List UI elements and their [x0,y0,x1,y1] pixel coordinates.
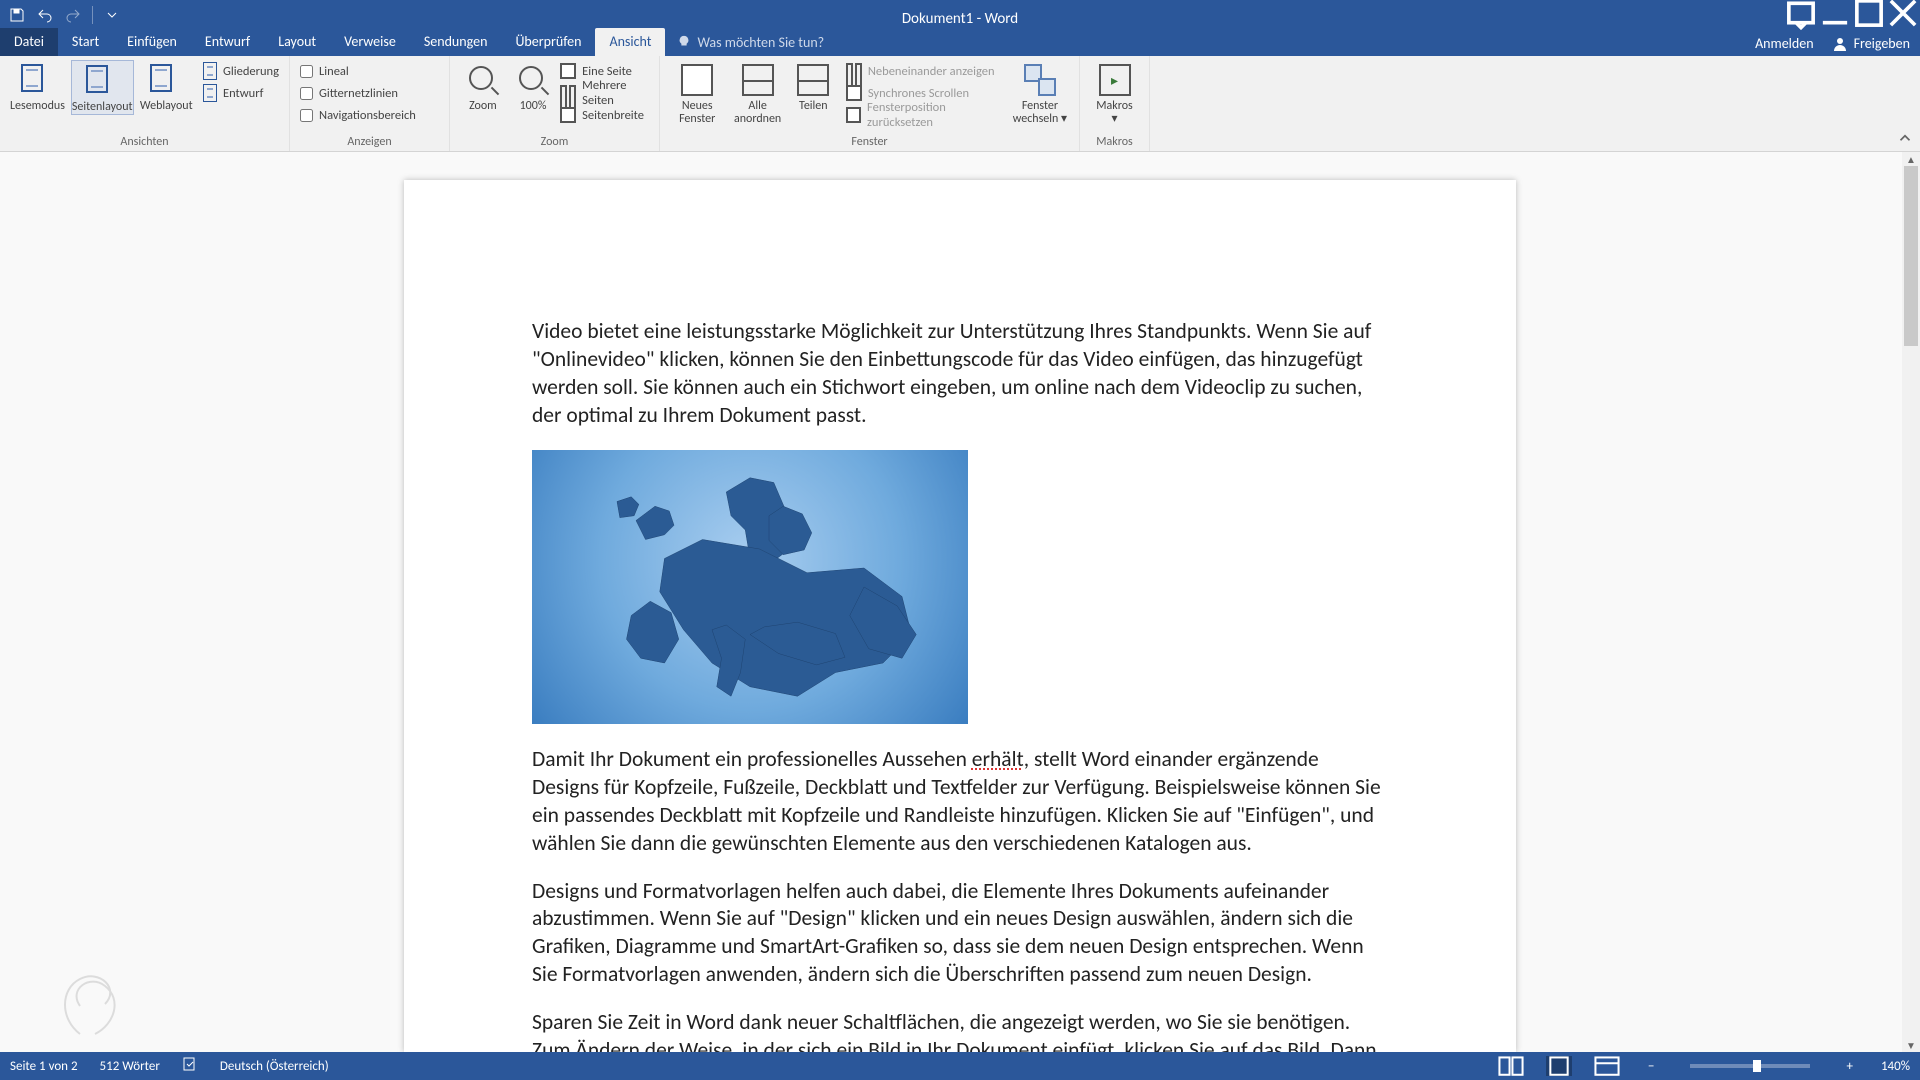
zoom-in-button[interactable]: + [1840,1059,1858,1074]
share-icon [1832,36,1848,52]
qat-customize[interactable] [101,4,123,26]
tab-verweise[interactable]: Verweise [330,28,410,56]
split-button[interactable]: Teilen [791,60,836,113]
tab-ansicht[interactable]: Ansicht [595,28,665,56]
minimize-button[interactable] [1818,0,1852,26]
ruler-checkbox[interactable]: Lineal [300,60,416,82]
page-width-button[interactable]: Seitenbreite [560,104,649,126]
window-title: Dokument1 - Word [902,10,1018,28]
paragraph-2[interactable]: Damit Ihr Dokument ein professionelles A… [532,746,1388,858]
collapse-ribbon-button[interactable] [1896,129,1914,147]
undo-button[interactable] [34,4,56,26]
tell-me-placeholder: Was möchten Sie tun? [697,34,824,51]
share-button[interactable]: Freigeben [1832,35,1910,52]
status-proofing-icon[interactable] [182,1056,198,1076]
readmode-button[interactable]: Lesemodus [10,60,65,113]
inserted-image-europe-map[interactable] [532,450,968,724]
scroll-up-button[interactable]: ▲ [1902,152,1920,166]
spelling-error[interactable]: erhält [972,746,1024,772]
tab-start[interactable]: Start [58,28,113,56]
switch-window-button[interactable]: Fenster wechseln ▾ [1011,60,1069,126]
lightbulb-icon [677,35,691,49]
status-page[interactable]: Seite 1 von 2 [10,1059,78,1074]
zoom-slider[interactable] [1690,1064,1810,1068]
group-show-label: Anzeigen [300,133,439,149]
tab-sendungen[interactable]: Sendungen [410,28,502,56]
signin-link[interactable]: Anmelden [1755,35,1814,52]
group-zoom-label: Zoom [460,133,649,149]
multi-page-button[interactable]: Mehrere Seiten [560,82,649,104]
view-weblayout[interactable] [1594,1056,1620,1076]
status-words[interactable]: 512 Wörter [100,1059,160,1074]
paragraph-1[interactable]: Video bietet eine leistungsstarke Möglic… [532,318,1388,430]
document-page[interactable]: Video bietet eine leistungsstarke Möglic… [404,180,1516,1052]
ribbon-display-options[interactable] [1784,0,1818,26]
navpane-checkbox[interactable]: Navigationsbereich [300,104,416,126]
group-window-label: Fenster [670,133,1069,149]
document-workspace[interactable]: Video bietet eine leistungsstarke Möglic… [0,152,1920,1052]
weblayout-button[interactable]: Weblayout [140,60,193,113]
tab-einfuegen[interactable]: Einfügen [113,28,191,56]
side-by-side-button: Nebeneinander anzeigen [846,60,1005,82]
watermark-logo [50,964,130,1044]
close-button[interactable] [1886,0,1920,26]
zoom-out-button[interactable]: − [1642,1059,1660,1074]
outline-button[interactable]: Gliederung [203,60,279,82]
europe-map-graphic [560,462,940,712]
reset-pos-button: Fensterposition zurücksetzen [846,104,1005,126]
tab-entwurf[interactable]: Entwurf [191,28,264,56]
arrange-all-button[interactable]: Alle anordnen [730,60,784,126]
zoom-button[interactable]: Zoom [460,60,506,113]
tab-file[interactable]: Datei [0,28,58,56]
tab-ueberpruefen[interactable]: Überprüfen [501,28,595,56]
draft-button[interactable]: Entwurf [203,82,279,104]
save-button[interactable] [6,4,28,26]
paragraph-3[interactable]: Designs und Formatvorlagen helfen auch d… [532,878,1388,990]
zoom-level[interactable]: 140% [1881,1059,1910,1074]
scroll-down-button[interactable]: ▼ [1902,1038,1920,1052]
vertical-scrollbar[interactable]: ▲ ▼ [1902,152,1920,1052]
group-views-label: Ansichten [10,133,279,149]
paragraph-4[interactable]: Sparen Sie Zeit in Word dank neuer Schal… [532,1009,1388,1052]
tell-me-search[interactable]: Was möchten Sie tun? [665,28,836,56]
pagelayout-button[interactable]: Seitenlayout [71,60,134,115]
zoom-100-button[interactable]: 100% [512,60,554,113]
new-window-button[interactable]: Neues Fenster [670,60,724,126]
scroll-thumb[interactable] [1904,166,1918,346]
view-printlayout[interactable] [1546,1056,1572,1076]
macros-button[interactable]: Makros▾ [1090,60,1139,126]
tab-layout[interactable]: Layout [264,28,330,56]
group-macros-label: Makros [1090,133,1139,149]
status-language[interactable]: Deutsch (Österreich) [220,1059,329,1074]
view-readmode[interactable] [1498,1056,1524,1076]
redo-button[interactable] [62,4,84,26]
maximize-button[interactable] [1852,0,1886,26]
gridlines-checkbox[interactable]: Gitternetzlinien [300,82,416,104]
